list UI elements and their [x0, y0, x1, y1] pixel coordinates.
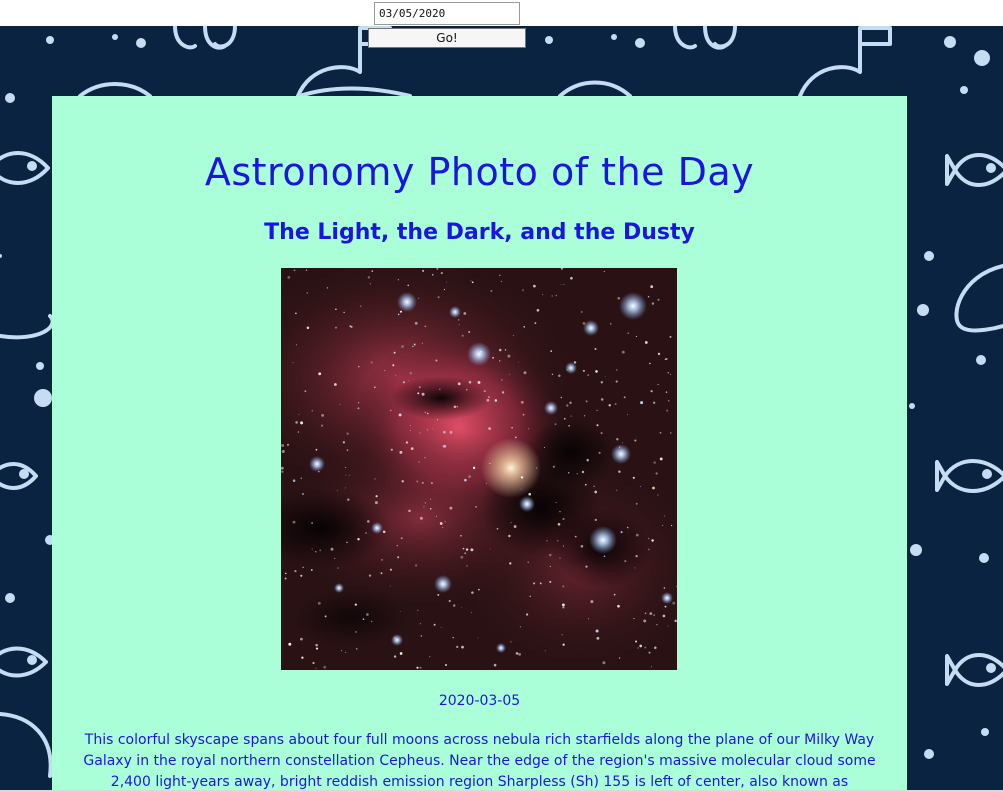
top-bar: [0, 0, 1003, 26]
fish-icon: [935, 459, 1003, 493]
fish-icon: [945, 153, 1003, 187]
apod-card: Astronomy Photo of the Day The Light, th…: [52, 96, 907, 790]
fish-icon: [0, 151, 50, 185]
date-input[interactable]: [374, 2, 520, 25]
go-button[interactable]: Go!: [368, 28, 526, 48]
page-title: Astronomy Photo of the Day: [204, 150, 755, 194]
fish-icon: [0, 462, 38, 490]
fish-icon: [78, 82, 152, 98]
photo-date: 2020-03-05: [438, 693, 521, 709]
photo-title: The Light, the Dark, and the Dusty: [264, 220, 695, 245]
fish-icon: [558, 80, 632, 98]
fish-icon: [0, 646, 48, 678]
apod-image: [281, 268, 677, 670]
fish-icon: [945, 653, 1003, 687]
photo-explanation: This colorful skyscape spans about four …: [83, 732, 876, 790]
